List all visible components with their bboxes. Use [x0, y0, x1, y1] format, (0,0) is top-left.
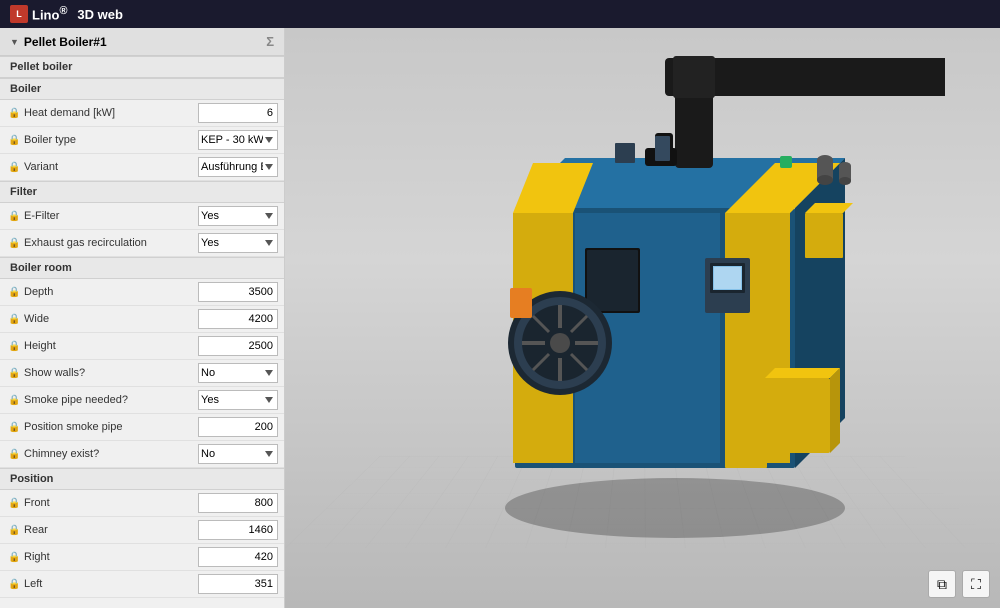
field-smoke-pipe-needed: 🔒 Smoke pipe needed? Yes No: [0, 387, 284, 414]
field-boiler-type: 🔒 Boiler type KEP - 30 kW KEP - 50 kW KE…: [0, 127, 284, 154]
select-efilter[interactable]: Yes No: [198, 206, 278, 226]
field-left: 🔒 Left: [0, 571, 284, 598]
input-rear[interactable]: [198, 520, 278, 540]
field-show-walls: 🔒 Show walls? No Yes: [0, 360, 284, 387]
field-front: 🔒 Front: [0, 490, 284, 517]
lock-icon-front: 🔒: [8, 498, 20, 509]
field-chimney-exist: 🔒 Chimney exist? No Yes: [0, 441, 284, 468]
section-pellet-boiler: Pellet boiler: [0, 56, 284, 78]
lock-icon-rear: 🔒: [8, 525, 20, 536]
3d-viewport[interactable]: ⧉ ⛶: [285, 28, 1000, 608]
input-heat-demand[interactable]: [198, 103, 278, 123]
panel-title: Pellet Boiler#1: [24, 35, 107, 49]
field-heat-demand: 🔒 Heat demand [kW]: [0, 100, 284, 127]
label-boiler-type: Boiler type: [24, 134, 194, 146]
label-chimney-exist: Chimney exist?: [24, 448, 194, 460]
input-wide[interactable]: [198, 309, 278, 329]
logo: L Lino® 3D web: [10, 5, 123, 23]
field-efilter: 🔒 E-Filter Yes No: [0, 203, 284, 230]
lock-icon-heat-demand: 🔒: [8, 108, 20, 119]
label-show-walls: Show walls?: [24, 367, 194, 379]
app-title: 3D web: [77, 7, 123, 22]
label-rear: Rear: [24, 524, 194, 536]
expand-icon: ⛶: [971, 576, 981, 593]
label-right: Right: [24, 551, 194, 563]
viewport-icons: ⧉ ⛶: [928, 570, 990, 598]
left-panel: ▼ Pellet Boiler#1 Σ Pellet boiler Boiler…: [0, 28, 285, 608]
label-variant: Variant: [24, 161, 194, 173]
label-position-smoke-pipe: Position smoke pipe: [24, 421, 194, 433]
label-efilter: E-Filter: [24, 210, 194, 222]
label-depth: Depth: [24, 286, 194, 298]
logo-icon: L: [10, 5, 28, 23]
panel-sigma: Σ: [266, 34, 274, 49]
field-position-smoke-pipe: 🔒 Position smoke pipe: [0, 414, 284, 441]
select-show-walls[interactable]: No Yes: [198, 363, 278, 383]
select-smoke-pipe-needed[interactable]: Yes No: [198, 390, 278, 410]
select-exhaust[interactable]: Yes No: [198, 233, 278, 253]
select-chimney-exist[interactable]: No Yes: [198, 444, 278, 464]
lock-icon-right: 🔒: [8, 552, 20, 563]
section-boiler-room-title: Boiler room: [0, 257, 284, 279]
expand-icon-btn[interactable]: ⛶: [962, 570, 990, 598]
lock-icon-depth: 🔒: [8, 287, 20, 298]
lock-icon-efilter: 🔒: [8, 211, 20, 222]
field-right: 🔒 Right: [0, 544, 284, 571]
lock-icon-exhaust: 🔒: [8, 238, 20, 249]
lock-icon-wide: 🔒: [8, 314, 20, 325]
label-exhaust: Exhaust gas recirculation: [24, 237, 194, 249]
main-area: ▼ Pellet Boiler#1 Σ Pellet boiler Boiler…: [0, 28, 1000, 608]
field-exhaust: 🔒 Exhaust gas recirculation Yes No: [0, 230, 284, 257]
lock-icon-height: 🔒: [8, 341, 20, 352]
input-depth[interactable]: [198, 282, 278, 302]
label-height: Height: [24, 340, 194, 352]
field-wide: 🔒 Wide: [0, 306, 284, 333]
logo-text: Lino®: [32, 5, 67, 22]
copy-icon-btn[interactable]: ⧉: [928, 570, 956, 598]
lock-icon-boiler-type: 🔒: [8, 135, 20, 146]
field-height: 🔒 Height: [0, 333, 284, 360]
input-front[interactable]: [198, 493, 278, 513]
label-front: Front: [24, 497, 194, 509]
lock-icon-left: 🔒: [8, 579, 20, 590]
select-boiler-type[interactable]: KEP - 30 kW KEP - 50 kW KEP - 100 kW: [198, 130, 278, 150]
input-right[interactable]: [198, 547, 278, 567]
panel-collapse-arrow[interactable]: ▼: [10, 37, 19, 47]
boiler-scene: [365, 48, 945, 548]
lock-icon-position-smoke-pipe: 🔒: [8, 422, 20, 433]
label-left: Left: [24, 578, 194, 590]
label-heat-demand: Heat demand [kW]: [24, 107, 194, 119]
section-boiler-title: Boiler: [0, 78, 284, 100]
field-rear: 🔒 Rear: [0, 517, 284, 544]
lock-icon-chimney-exist: 🔒: [8, 449, 20, 460]
topbar: L Lino® 3D web: [0, 0, 1000, 28]
field-depth: 🔒 Depth: [0, 279, 284, 306]
section-filter-title: Filter: [0, 181, 284, 203]
label-wide: Wide: [24, 313, 194, 325]
lock-icon-variant: 🔒: [8, 162, 20, 173]
lock-icon-show-walls: 🔒: [8, 368, 20, 379]
label-smoke-pipe-needed: Smoke pipe needed?: [24, 394, 194, 406]
input-position-smoke-pipe[interactable]: [198, 417, 278, 437]
section-position-title: Position: [0, 468, 284, 490]
input-height[interactable]: [198, 336, 278, 356]
panel-header[interactable]: ▼ Pellet Boiler#1 Σ: [0, 28, 284, 56]
select-variant[interactable]: Ausführung A Ausführung B Ausführung C: [198, 157, 278, 177]
lock-icon-smoke-pipe-needed: 🔒: [8, 395, 20, 406]
input-left[interactable]: [198, 574, 278, 594]
copy-icon: ⧉: [937, 576, 947, 593]
field-variant: 🔒 Variant Ausführung A Ausführung B Ausf…: [0, 154, 284, 181]
